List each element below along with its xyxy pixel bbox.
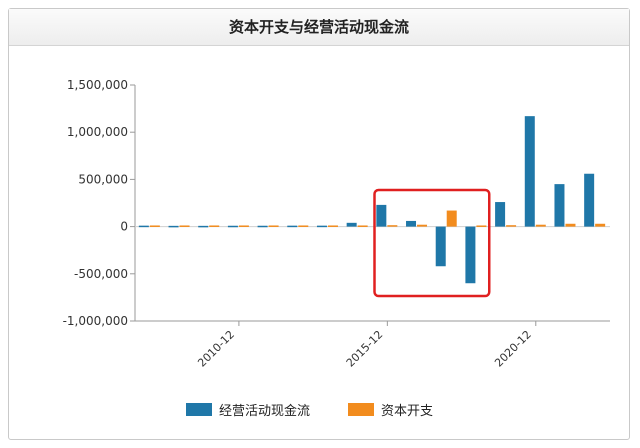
bar-capex-2009-12 <box>209 225 220 227</box>
bar-capex-2021-12 <box>565 223 576 227</box>
bar-operating-cashflow-2018-12 <box>465 226 476 284</box>
bar-capex-2014-12 <box>357 225 368 227</box>
y-tick-label: 500,000 <box>78 172 128 186</box>
y-tick-label: 0 <box>120 220 128 234</box>
bar-operating-cashflow-2016-12 <box>406 220 417 227</box>
bar-capex-2007-12 <box>149 225 160 227</box>
bar-operating-cashflow-2011-12 <box>257 225 268 228</box>
bar-operating-cashflow-2009-12 <box>198 225 209 228</box>
chart-canvas: 1,500,000 1,000,000 500,000 0 -500,000 -1,000… <box>63 78 610 419</box>
bar-operating-cashflow-2017-12 <box>435 226 446 267</box>
bar-capex-2022-12 <box>595 223 606 227</box>
legend-label: 经营活动现金流 <box>219 403 310 419</box>
bar-capex-2008-12 <box>179 225 190 227</box>
bar-operating-cashflow-2015-12 <box>376 204 387 227</box>
bar-capex-2010-12 <box>238 225 249 227</box>
x-tick-label: 2015-12 <box>344 328 386 370</box>
bar-capex-2012-12 <box>298 225 309 227</box>
legend-swatch <box>348 403 374 416</box>
bar-operating-cashflow-2013-12 <box>316 225 327 228</box>
y-tick-label: -500,000 <box>74 267 128 281</box>
bar-capex-2015-12 <box>387 225 398 227</box>
bar-capex-2013-12 <box>327 225 338 227</box>
bar-operating-cashflow-2007-12 <box>138 225 149 228</box>
bar-operating-cashflow-2014-12 <box>346 222 357 227</box>
legend-swatch <box>186 403 212 416</box>
y-tick-label: 1,000,000 <box>67 125 128 139</box>
x-tick-label: 2010-12 <box>195 328 237 370</box>
bar-operating-cashflow-2022-12 <box>584 173 595 227</box>
bar-operating-cashflow-2021-12 <box>554 184 565 227</box>
bar-capex-2011-12 <box>268 225 279 227</box>
bars <box>138 116 606 284</box>
legend: 经营活动现金流 资本开支 <box>186 403 433 419</box>
bar-operating-cashflow-2008-12 <box>168 225 179 228</box>
bar-operating-cashflow-2012-12 <box>287 225 298 228</box>
y-tick-label: -1,000,000 <box>63 314 128 328</box>
bar-operating-cashflow-2010-12 <box>227 225 238 228</box>
bar-operating-cashflow-2020-12 <box>524 116 535 227</box>
y-tick-label: 1,500,000 <box>67 78 128 92</box>
bar-capex-2020-12 <box>535 224 546 227</box>
bar-capex-2019-12 <box>506 225 517 227</box>
legend-label: 资本开支 <box>381 404 433 419</box>
bar-capex-2016-12 <box>417 224 428 227</box>
bar-capex-2017-12 <box>446 210 457 227</box>
bar-operating-cashflow-2019-12 <box>495 202 506 227</box>
x-tick-label: 2020-12 <box>492 328 534 370</box>
bar-capex-2018-12 <box>476 225 487 227</box>
